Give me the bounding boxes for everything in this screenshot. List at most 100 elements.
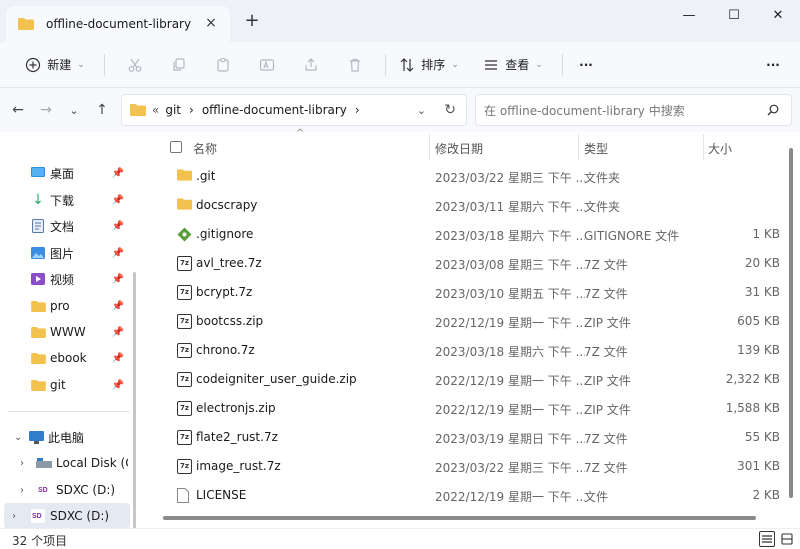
table-row[interactable]: LICENSE 2022/12/19 星期一 下午 ... 文件 2 KB	[148, 481, 788, 510]
chevron-right-icon[interactable]: ›	[12, 511, 16, 522]
table-row[interactable]: 7z electronjs.zip 2022/12/19 星期一 下午 ... ZIP…	[148, 394, 788, 423]
file-size: 139 KB	[737, 343, 780, 357]
file-date: 2023/03/19 星期日 下午 ...	[435, 432, 585, 446]
archive-icon: 7z	[177, 285, 192, 300]
divider	[104, 53, 105, 76]
view-button[interactable]: 查看 ⌄	[472, 49, 554, 81]
chevron-right-icon[interactable]: ›	[20, 485, 24, 496]
sidebar-item-documents[interactable]: 文档 📌	[2, 213, 128, 239]
table-row[interactable]: .gitignore 2023/03/18 星期六 下午 ... GITIGNORE…	[148, 220, 788, 249]
table-row[interactable]: docscrapy 2023/03/11 星期六 下午 ... 文件夹	[148, 191, 788, 220]
table-row[interactable]: 7z flate2_rust.7z 2023/03/19 星期日 下午 ... 7Z …	[148, 423, 788, 452]
sidebar-item-sdxc[interactable]: › SD SDXC (D:)	[2, 477, 128, 503]
cut-button[interactable]	[113, 49, 157, 81]
sidebar-scrollbar[interactable]	[133, 272, 136, 532]
column-size[interactable]: 大小	[708, 140, 732, 157]
column-divider[interactable]	[429, 134, 430, 160]
sidebar-item-label: git	[50, 378, 66, 392]
sidebar-item-local-disk[interactable]: › Local Disk (C:)	[2, 450, 128, 476]
pin-icon: 📌	[111, 273, 124, 285]
maximize-button[interactable]: ☐	[711, 0, 757, 30]
address-dropdown-icon[interactable]: ⌄	[417, 104, 426, 117]
column-header: ^ 名称 修改日期 类型 大小	[148, 128, 788, 162]
sort-label: 排序	[421, 58, 446, 72]
chevron-right-icon[interactable]: ›	[355, 103, 360, 117]
sidebar-item-label: 文档	[50, 219, 75, 234]
pin-icon: 📌	[111, 194, 124, 206]
select-all-checkbox[interactable]	[170, 141, 182, 153]
command-bar: 新建 ⌄ 排序 ⌄ 查看 ⌄ ··· ···	[0, 42, 800, 88]
table-row[interactable]: 7z codeigniter_user_guide.zip 2022/12/19 星…	[148, 365, 788, 394]
tab-offline-document-library[interactable]: offline-document-library ×	[6, 6, 230, 42]
sidebar-item-videos[interactable]: 视频 📌	[2, 266, 128, 292]
file-name: chrono.7z	[196, 343, 255, 357]
pin-icon: 📌	[111, 247, 124, 259]
back-button[interactable]: ←	[4, 96, 32, 124]
item-count: 32 个项目	[12, 534, 68, 548]
close-tab-icon[interactable]: ×	[202, 14, 220, 32]
new-tab-button[interactable]: +	[243, 12, 261, 30]
forward-button[interactable]: →	[32, 96, 60, 124]
sidebar-item-pro[interactable]: pro 📌	[2, 293, 128, 319]
sidebar-item-pictures[interactable]: 图片 📌	[2, 240, 128, 266]
file-type: 文件夹	[584, 200, 621, 214]
sidebar-item-git[interactable]: git 📌	[2, 372, 128, 398]
recent-locations-button[interactable]: ⌄	[60, 96, 88, 124]
up-button[interactable]: ↑	[88, 96, 116, 124]
address-bar[interactable]: « git › offline-document-library › ⌄ ↻	[121, 94, 467, 126]
minimize-button[interactable]: —	[666, 0, 712, 30]
navigation-pane: 桌面 📌 ↓ 下载 📌 文档 📌 图片 📌 视频 📌 pro 📌 WWW 📌 e…	[0, 132, 140, 532]
details-view-button[interactable]	[759, 531, 775, 547]
file-date: 2023/03/08 星期三 下午 ...	[435, 258, 585, 272]
new-button[interactable]: 新建 ⌄	[14, 49, 96, 81]
sidebar-item-ebook[interactable]: ebook 📌	[2, 345, 128, 371]
pin-icon: 📌	[111, 300, 124, 312]
breadcrumb-overflow[interactable]: «	[152, 103, 159, 117]
more-options-button[interactable]: ···	[571, 49, 601, 81]
rename-button[interactable]	[245, 49, 289, 81]
column-date[interactable]: 修改日期	[435, 140, 483, 157]
column-type[interactable]: 类型	[584, 140, 608, 157]
table-row[interactable]: 7z bcrypt.7z 2023/03/10 星期五 下午 ... 7Z 文件 31 …	[148, 278, 788, 307]
table-row[interactable]: .git 2023/03/22 星期三 下午 ... 文件夹	[148, 162, 788, 191]
table-row[interactable]: 7z bootcss.zip 2022/12/19 星期一 下午 ... ZIP 文件…	[148, 307, 788, 336]
chevron-down-icon: ⌄	[451, 59, 459, 70]
sidebar-item-label: 桌面	[50, 166, 75, 181]
vertical-scrollbar[interactable]	[789, 148, 793, 498]
chevron-right-icon[interactable]: ›	[189, 103, 194, 117]
column-name[interactable]: 名称	[193, 140, 217, 157]
sidebar-item-downloads[interactable]: ↓ 下载 📌	[2, 187, 128, 213]
share-button[interactable]	[289, 49, 333, 81]
pin-icon: 📌	[111, 352, 124, 364]
file-size: 605 KB	[737, 314, 780, 328]
close-window-button[interactable]: ✕	[755, 0, 800, 30]
tiles-view-button[interactable]	[779, 531, 795, 547]
tab-title: offline-document-library	[46, 17, 192, 31]
paste-button[interactable]	[201, 49, 245, 81]
column-divider[interactable]	[578, 134, 579, 160]
chevron-right-icon[interactable]: ›	[20, 458, 24, 469]
copy-button[interactable]	[157, 49, 201, 81]
search-input[interactable]: 在 offline-document-library 中搜索	[475, 94, 792, 126]
sidebar-item-this-pc[interactable]: ⌄ 此电脑	[2, 424, 128, 450]
file-type: 文件	[584, 490, 609, 504]
table-row[interactable]: 7z image_rust.7z 2023/03/22 星期三 下午 ... 7Z 文…	[148, 452, 788, 481]
sidebar-item-sdxc-root[interactable]: › SD SDXC (D:)	[4, 503, 130, 529]
chevron-down-icon[interactable]: ⌄	[14, 432, 22, 443]
column-divider[interactable]	[703, 134, 704, 160]
table-row[interactable]: 7z avl_tree.7z 2023/03/08 星期三 下午 ... 7Z 文件 2…	[148, 249, 788, 278]
details-more-button[interactable]: ···	[758, 49, 788, 81]
breadcrumb-current[interactable]: offline-document-library	[202, 103, 347, 117]
refresh-icon[interactable]: ↻	[444, 102, 456, 118]
delete-button[interactable]	[333, 49, 377, 81]
sidebar-item-www[interactable]: WWW 📌	[2, 319, 128, 345]
file-type: 7Z 文件	[584, 432, 628, 446]
breadcrumb-git[interactable]: git	[165, 103, 181, 117]
sidebar-item-label: SDXC (D:)	[50, 509, 110, 523]
table-row[interactable]: 7z chrono.7z 2023/03/18 星期六 下午 ... 7Z 文件 139…	[148, 336, 788, 365]
file-size: 55 KB	[744, 430, 780, 444]
sidebar-item-desktop[interactable]: 桌面 📌	[2, 160, 128, 186]
sort-button[interactable]: 排序 ⌄	[394, 49, 464, 81]
desktop-icon	[30, 166, 46, 180]
horizontal-scrollbar[interactable]	[163, 516, 756, 520]
